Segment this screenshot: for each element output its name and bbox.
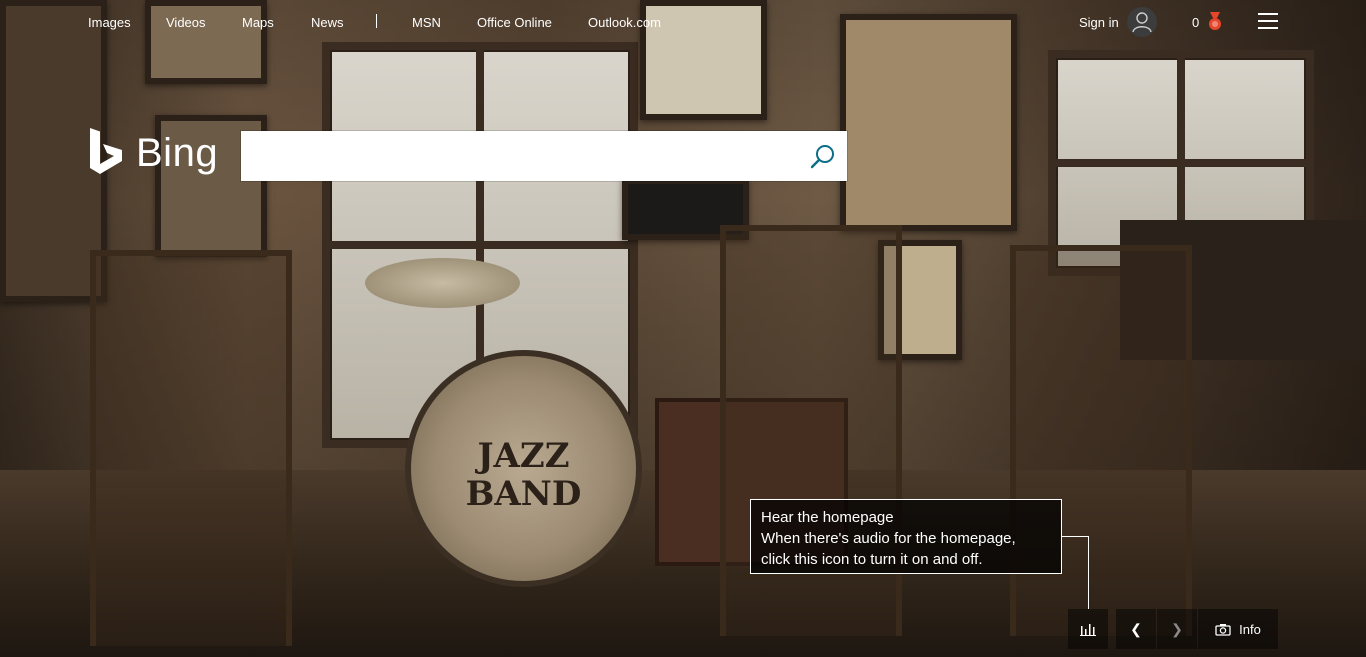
background-chair-center	[720, 225, 902, 636]
background-bass-drum: JAZZ BAND	[405, 350, 642, 587]
bing-logo[interactable]: Bing	[88, 128, 218, 178]
user-icon	[1132, 12, 1152, 33]
info-label: Info	[1239, 621, 1261, 637]
chevron-left-icon: ❮	[1130, 620, 1142, 637]
avatar[interactable]	[1127, 7, 1157, 37]
sign-in-link[interactable]: Sign in	[1079, 15, 1119, 30]
bing-b-icon	[90, 128, 122, 174]
background-chair-right	[1010, 245, 1192, 636]
rewards-medal-icon[interactable]	[1207, 12, 1223, 37]
tooltip-connector-vertical	[1088, 536, 1089, 609]
drum-lettering: JAZZ	[477, 436, 570, 476]
background-portrait	[840, 14, 1017, 231]
tooltip-connector	[1061, 536, 1089, 537]
search-box	[241, 131, 847, 181]
info-button[interactable]: Info	[1198, 609, 1278, 649]
audio-tooltip: Hear the homepage When there's audio for…	[750, 499, 1062, 574]
rewards-count[interactable]: 0	[1192, 15, 1199, 30]
drum-lettering-2: BAND	[465, 474, 582, 514]
background-cymbal	[365, 258, 520, 308]
nav-link-outlook[interactable]: Outlook.com	[588, 15, 661, 30]
nav-link-videos[interactable]: Videos	[166, 15, 206, 30]
nav-link-maps[interactable]: Maps	[242, 15, 274, 30]
background-image: JAZZ BAND	[0, 0, 1366, 657]
next-image-button[interactable]: ❯	[1157, 609, 1197, 649]
previous-image-button[interactable]: ❮	[1116, 609, 1156, 649]
nav-link-images[interactable]: Images	[88, 15, 131, 30]
audio-bars-icon	[1080, 624, 1096, 636]
background-chair-left	[90, 250, 292, 646]
search-input[interactable]	[241, 131, 829, 181]
tooltip-body-line-2: click this icon to turn it on and off.	[761, 551, 983, 568]
nav-link-office-online[interactable]: Office Online	[477, 15, 552, 30]
chevron-right-icon: ❯	[1171, 620, 1183, 637]
nav-link-news[interactable]: News	[311, 15, 344, 30]
hamburger-menu-icon[interactable]	[1258, 13, 1278, 29]
search-icon	[810, 145, 834, 169]
tooltip-title: Hear the homepage	[761, 509, 894, 526]
search-button[interactable]	[809, 143, 837, 171]
camera-icon	[1215, 623, 1231, 636]
logo-text: Bing	[136, 130, 219, 175]
background-frame-1	[145, 0, 267, 84]
audio-toggle-button[interactable]	[1068, 609, 1108, 649]
nav-link-msn[interactable]: MSN	[412, 15, 441, 30]
tooltip-body-line-1: When there's audio for the homepage,	[761, 530, 1016, 547]
nav-divider	[376, 14, 377, 28]
